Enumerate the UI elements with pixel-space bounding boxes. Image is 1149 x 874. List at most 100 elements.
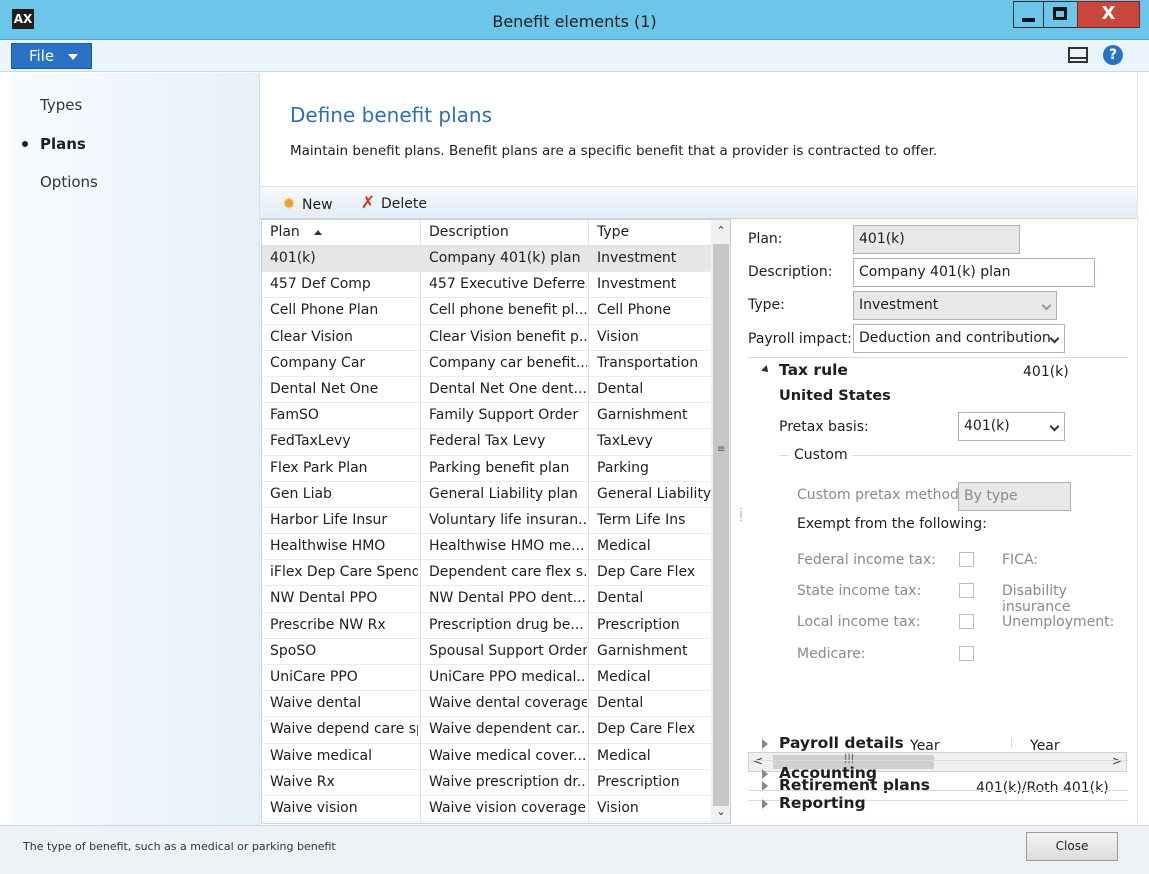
description-cell: Dependent care flex s... — [429, 564, 587, 581]
delete-icon: ✗ — [360, 193, 376, 213]
new-icon: ✹ — [282, 194, 296, 213]
pretax-basis-select[interactable]: 401(k) — [958, 412, 1065, 441]
federal-income-tax-checkbox[interactable] — [959, 552, 974, 567]
grid-rows: 401(k) Company 401(k) plan Investment 457 D… — [262, 246, 713, 823]
plan-cell: Company Car — [270, 354, 366, 371]
scroll-right-icon[interactable]: > — [1112, 754, 1122, 768]
expand-triangle-icon[interactable] — [762, 769, 768, 779]
description-cell: 457 Executive Deferre... — [429, 276, 587, 293]
type-cell: Term Life Ins — [597, 511, 686, 528]
close-button[interactable]: Close — [1026, 832, 1118, 861]
table-row[interactable]: Waive dental Waive dental coverage Dental — [262, 691, 713, 718]
column-header-type[interactable]: Type — [597, 224, 629, 240]
table-row[interactable]: FedTaxLevy Federal Tax Levy TaxLevy — [262, 429, 713, 456]
table-row[interactable]: Waive medical Waive medical cover... Medic… — [262, 744, 713, 770]
accounting-header[interactable]: Accounting — [779, 764, 877, 782]
description-field[interactable]: Company 401(k) plan — [853, 258, 1095, 287]
tax-rule-header[interactable]: Tax rule — [779, 361, 848, 379]
description-cell: Dental Net One dent... — [429, 380, 587, 397]
custom-group-label: Custom — [794, 447, 848, 463]
reporting-header[interactable]: Reporting — [779, 794, 866, 812]
plans-grid: Plan Description Type 401(k) Company 401(… — [261, 219, 714, 824]
table-row[interactable]: 401(k) Company 401(k) plan Investment — [262, 246, 713, 273]
description-cell: Waive dependent car... — [429, 721, 587, 738]
table-row[interactable]: Clear Vision Clear Vision benefit p... Vis… — [262, 325, 713, 351]
nav-item-options[interactable]: Options — [40, 173, 98, 191]
grid-vertical-scrollbar[interactable]: ⌃ ≡ ⌄ — [711, 219, 731, 824]
description-cell: Waive dental coverage — [429, 695, 587, 712]
table-row[interactable]: Healthwise HMO Healthwise HMO me... Medica… — [262, 534, 713, 561]
nav-item-plans[interactable]: Plans — [40, 135, 86, 153]
delete-button[interactable]: ✗ Delete — [359, 195, 427, 215]
table-row[interactable]: Flex Park Plan Parking benefit plan Parkin… — [262, 456, 713, 482]
type-cell: Garnishment — [597, 407, 688, 424]
main-content: Define benefit plans Maintain benefit pl… — [260, 73, 1137, 825]
table-row[interactable]: Waive depend care sp Waive dependent car.… — [262, 717, 713, 744]
table-row[interactable]: UniCare PPO UniCare PPO medical... Medical — [262, 665, 713, 692]
help-icon[interactable]: ? — [1103, 45, 1123, 65]
table-row[interactable]: SpoSO Spousal Support Order Garnishment — [262, 639, 713, 665]
retirement-plans-value: 401(k)/Roth 401(k) — [976, 780, 1109, 796]
type-cell: Parking — [597, 459, 649, 476]
column-header-plan[interactable]: Plan — [270, 224, 322, 240]
table-row[interactable]: Prescribe NW Rx Prescription drug be... Pr… — [262, 613, 713, 639]
unemployment-label: Unemployment: — [1002, 614, 1115, 630]
type-cell: Medical — [597, 669, 651, 685]
type-cell: Dep Care Flex — [597, 564, 696, 581]
table-row[interactable]: Dental Net One Dental Net One dent... Dent… — [262, 377, 713, 404]
custom-divider-left — [779, 455, 789, 456]
custom-pretax-method-label: Custom pretax method: — [797, 487, 964, 503]
table-row[interactable]: Company Car Company car benefit... Transpo… — [262, 351, 713, 377]
table-row[interactable]: FamSO Family Support Order Garnishment — [262, 403, 713, 430]
scroll-thumb[interactable] — [713, 244, 729, 806]
table-row[interactable]: iFlex Dep Care Spend Dependent care flex … — [262, 560, 713, 587]
state-income-tax-checkbox[interactable] — [959, 583, 974, 598]
description-cell: Healthwise HMO me... — [429, 538, 585, 555]
file-menu-button[interactable]: File — [11, 43, 92, 69]
table-row[interactable]: Harbor Life Insur Voluntary life insuran.… — [262, 508, 713, 535]
table-row[interactable]: 457 Def Comp 457 Executive Deferre... Inve… — [262, 272, 713, 299]
description-cell: Waive vision coverage — [429, 799, 587, 816]
local-income-tax-checkbox[interactable] — [959, 614, 974, 629]
plan-field[interactable]: 401(k) — [853, 225, 1020, 254]
close-window-button[interactable]: X — [1077, 1, 1140, 28]
window-titlebar: AX Benefit elements (1) X — [0, 0, 1149, 40]
nav-item-types[interactable]: Types — [40, 96, 82, 114]
medicare-checkbox[interactable] — [959, 646, 974, 661]
plan-cell: FamSO — [270, 407, 319, 424]
type-cell: Dental — [597, 380, 644, 397]
expand-triangle-icon[interactable] — [762, 799, 768, 809]
column-header-description[interactable]: Description — [429, 224, 509, 240]
description-cell: Company 401(k) plan — [429, 250, 581, 266]
maximize-button[interactable] — [1043, 1, 1078, 28]
minimize-button[interactable] — [1013, 1, 1044, 28]
new-button[interactable]: ✹ New — [280, 194, 332, 215]
table-row[interactable]: Gen Liab General Liability plan General Li… — [262, 482, 713, 508]
expand-triangle-icon[interactable] — [762, 739, 768, 749]
splitter-handle[interactable]: ⋮ ⋮ — [736, 508, 746, 523]
table-row[interactable]: Waive Rx Waive prescription dr... Prescrip… — [262, 770, 713, 796]
table-row[interactable]: Cell Phone Plan Cell phone benefit pl... C… — [262, 298, 713, 325]
tax-country: United States — [779, 388, 891, 404]
type-label: Type: — [748, 297, 785, 313]
layout-icon[interactable] — [1068, 47, 1088, 63]
local-income-tax-label: Local income tax: — [797, 614, 921, 630]
payroll-details-header[interactable]: Payroll details — [779, 734, 904, 752]
type-select[interactable]: Investment — [853, 291, 1057, 320]
payroll-impact-label: Payroll impact: — [748, 331, 852, 347]
scroll-up-icon[interactable]: ⌃ — [713, 222, 729, 240]
table-row[interactable]: Waive vision Waive vision coverage Vision — [262, 796, 713, 823]
plan-cell: SpoSO — [270, 642, 317, 659]
plan-cell: Healthwise HMO — [270, 538, 386, 555]
pretax-basis-label: Pretax basis: — [779, 419, 869, 435]
scroll-left-icon[interactable]: < — [753, 754, 763, 768]
table-row[interactable]: NW Dental PPO NW Dental PPO dent... Dental — [262, 586, 713, 613]
section-divider — [748, 357, 1128, 358]
plan-cell: Waive Rx — [270, 773, 335, 790]
type-cell: Investment — [597, 250, 677, 266]
payroll-impact-select[interactable]: Deduction and contribution — [853, 324, 1065, 353]
custom-pretax-method-field[interactable]: By type — [958, 482, 1071, 511]
collapse-triangle-icon[interactable] — [761, 365, 771, 375]
scroll-down-icon[interactable]: ⌄ — [713, 803, 729, 821]
disability-insurance-label: Disability insurance — [1002, 583, 1071, 615]
